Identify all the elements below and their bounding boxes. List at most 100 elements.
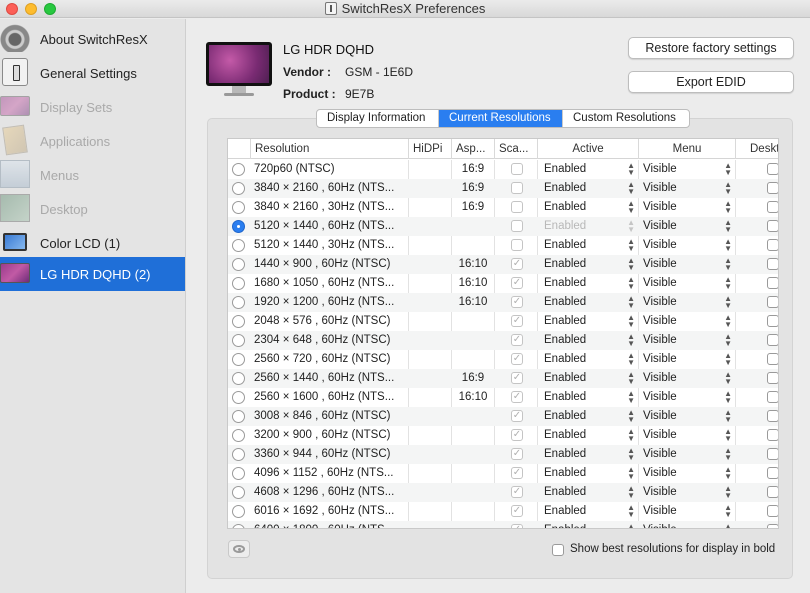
menu-popup[interactable]: Visible▲▼	[639, 331, 735, 350]
menu-popup[interactable]: Visible▲▼	[639, 464, 735, 483]
active-popup[interactable]: Enabled▲▼	[538, 426, 638, 445]
table-row[interactable]: 3008 × 846 , 60Hz (NTSC) ✓ Enabled ▲ ▼ Visibl…	[228, 407, 778, 426]
table-row[interactable]: 3840 × 2160 , 60Hz (NTS... 16:9 Enabled ▲ ▼ V…	[228, 179, 778, 198]
tab-display-information[interactable]: Display Information	[317, 110, 439, 127]
menu-popup[interactable]: Visible▲▼	[639, 179, 735, 198]
table-row[interactable]: 4096 × 1152 , 60Hz (NTS... ✓ Enabled ▲ ▼ Visi…	[228, 464, 778, 483]
active-popup[interactable]: Enabled▲▼	[538, 445, 638, 464]
sidebar-item-applications[interactable]: Applications	[0, 124, 185, 158]
desktop-checkbox[interactable]	[767, 239, 778, 251]
row-select-radio[interactable]	[232, 258, 245, 271]
table-row[interactable]: 2560 × 720 , 60Hz (NTSC) ✓ Enabled ▲ ▼ Visibl…	[228, 350, 778, 369]
show-bold-checkbox[interactable]	[552, 544, 564, 556]
table-row[interactable]: 5120 × 1440 , 30Hz (NTS... Enabled ▲ ▼ Visib…	[228, 236, 778, 255]
sidebar-item-desktop[interactable]: Desktop	[0, 192, 185, 226]
scaled-checkbox[interactable]: ✓	[511, 391, 523, 403]
row-select-radio[interactable]	[232, 505, 245, 518]
scaled-checkbox[interactable]: ✓	[511, 505, 523, 517]
active-popup[interactable]: Enabled▲▼	[538, 407, 638, 426]
row-select-radio[interactable]	[232, 163, 245, 176]
row-select-radio[interactable]	[232, 372, 245, 385]
menu-popup[interactable]: Visible▲▼	[639, 521, 735, 529]
desktop-checkbox[interactable]	[767, 220, 778, 232]
scaled-checkbox[interactable]: ✓	[511, 410, 523, 422]
scaled-checkbox[interactable]: ✓	[511, 524, 523, 528]
table-row[interactable]: 4608 × 1296 , 60Hz (NTS... ✓ Enabled ▲ ▼ Visi…	[228, 483, 778, 502]
row-select-radio[interactable]	[232, 410, 245, 423]
scaled-checkbox[interactable]	[511, 239, 523, 251]
menu-popup[interactable]: Visible▲▼	[639, 160, 735, 179]
column-header-menu[interactable]: Menu	[639, 139, 736, 159]
table-row[interactable]: 1680 × 1050 , 60Hz (NTS... 16:10 ✓ Enabled ▲…	[228, 274, 778, 293]
row-select-radio[interactable]	[232, 239, 245, 252]
menu-popup[interactable]: Visible▲▼	[639, 369, 735, 388]
preview-button[interactable]	[228, 540, 250, 558]
column-header-active[interactable]: Active	[538, 139, 639, 159]
desktop-checkbox[interactable]	[767, 467, 778, 479]
row-select-radio[interactable]	[232, 524, 245, 528]
scaled-checkbox[interactable]: ✓	[511, 486, 523, 498]
desktop-checkbox[interactable]	[767, 486, 778, 498]
table-row[interactable]: 2560 × 1600 , 60Hz (NTS... 16:10 ✓ Enabled ▲…	[228, 388, 778, 407]
tab-current-resolutions[interactable]: Current Resolutions	[439, 110, 563, 127]
sidebar-item-display-sets[interactable]: Display Sets	[0, 90, 185, 124]
active-popup[interactable]: Enabled▲▼	[538, 502, 638, 521]
menu-popup[interactable]: Visible▲▼	[639, 198, 735, 217]
row-select-radio[interactable]	[232, 467, 245, 480]
table-row[interactable]: 2048 × 576 , 60Hz (NTSC) ✓ Enabled ▲ ▼ Visibl…	[228, 312, 778, 331]
scaled-checkbox[interactable]	[511, 163, 523, 175]
restore-factory-settings-button[interactable]: Restore factory settings	[628, 37, 794, 59]
table-row[interactable]: 3200 × 900 , 60Hz (NTSC) ✓ Enabled ▲ ▼ Visibl…	[228, 426, 778, 445]
active-popup[interactable]: Enabled▲▼	[538, 160, 638, 179]
sidebar-item-lg-hdr-dqhd[interactable]: LG HDR DQHD (2)	[0, 257, 185, 291]
scaled-checkbox[interactable]	[511, 220, 523, 232]
row-select-radio[interactable]	[232, 334, 245, 347]
table-row[interactable]: 6016 × 1692 , 60Hz (NTS... ✓ Enabled ▲ ▼ Visi…	[228, 502, 778, 521]
active-popup[interactable]: Enabled▲▼	[538, 179, 638, 198]
desktop-checkbox[interactable]	[767, 163, 778, 175]
table-row[interactable]: 3840 × 2160 , 30Hz (NTS... 16:9 Enabled ▲ ▼ V…	[228, 198, 778, 217]
row-select-radio[interactable]	[232, 429, 245, 442]
scaled-checkbox[interactable]: ✓	[511, 258, 523, 270]
desktop-checkbox[interactable]	[767, 353, 778, 365]
row-select-radio[interactable]	[232, 448, 245, 461]
desktop-checkbox[interactable]	[767, 448, 778, 460]
scaled-checkbox[interactable]	[511, 201, 523, 213]
active-popup[interactable]: Enabled▲▼	[538, 369, 638, 388]
desktop-checkbox[interactable]	[767, 429, 778, 441]
row-select-radio[interactable]	[232, 277, 245, 290]
row-select-radio[interactable]	[232, 201, 245, 214]
active-popup[interactable]: Enabled▲▼	[538, 236, 638, 255]
tab-custom-resolutions[interactable]: Custom Resolutions	[563, 110, 689, 127]
desktop-checkbox[interactable]	[767, 315, 778, 327]
active-popup[interactable]: Enabled▲▼	[538, 312, 638, 331]
scaled-checkbox[interactable]: ✓	[511, 429, 523, 441]
active-popup[interactable]: Enabled▲▼	[538, 255, 638, 274]
desktop-checkbox[interactable]	[767, 505, 778, 517]
menu-popup[interactable]: Visible▲▼	[639, 312, 735, 331]
menu-popup[interactable]: Visible▲▼	[639, 388, 735, 407]
scaled-checkbox[interactable]: ✓	[511, 372, 523, 384]
column-header-hidpi[interactable]: HiDPi	[409, 139, 452, 159]
menu-popup[interactable]: Visible▲▼	[639, 217, 735, 236]
active-popup[interactable]: Enabled▲▼	[538, 388, 638, 407]
table-row[interactable]: 720p60 (NTSC) 16:9 Enabled ▲ ▼ Visible ▲ ▼	[228, 160, 778, 179]
column-header-scaled[interactable]: Sca...	[495, 139, 538, 159]
desktop-checkbox[interactable]	[767, 391, 778, 403]
scaled-checkbox[interactable]	[511, 182, 523, 194]
row-select-radio[interactable]	[232, 182, 245, 195]
scaled-checkbox[interactable]: ✓	[511, 448, 523, 460]
active-popup[interactable]: Enabled▲▼	[538, 274, 638, 293]
desktop-checkbox[interactable]	[767, 296, 778, 308]
menu-popup[interactable]: Visible▲▼	[639, 255, 735, 274]
sidebar-item-color-lcd[interactable]: Color LCD (1)	[0, 226, 185, 260]
menu-popup[interactable]: Visible▲▼	[639, 502, 735, 521]
scaled-checkbox[interactable]: ✓	[511, 277, 523, 289]
column-header-desktop[interactable]: Deskt	[736, 139, 778, 159]
table-row[interactable]: 3360 × 944 , 60Hz (NTSC) ✓ Enabled ▲ ▼ Visibl…	[228, 445, 778, 464]
desktop-checkbox[interactable]	[767, 201, 778, 213]
menu-popup[interactable]: Visible▲▼	[639, 236, 735, 255]
desktop-checkbox[interactable]	[767, 258, 778, 270]
menu-popup[interactable]: Visible▲▼	[639, 483, 735, 502]
menu-popup[interactable]: Visible▲▼	[639, 426, 735, 445]
